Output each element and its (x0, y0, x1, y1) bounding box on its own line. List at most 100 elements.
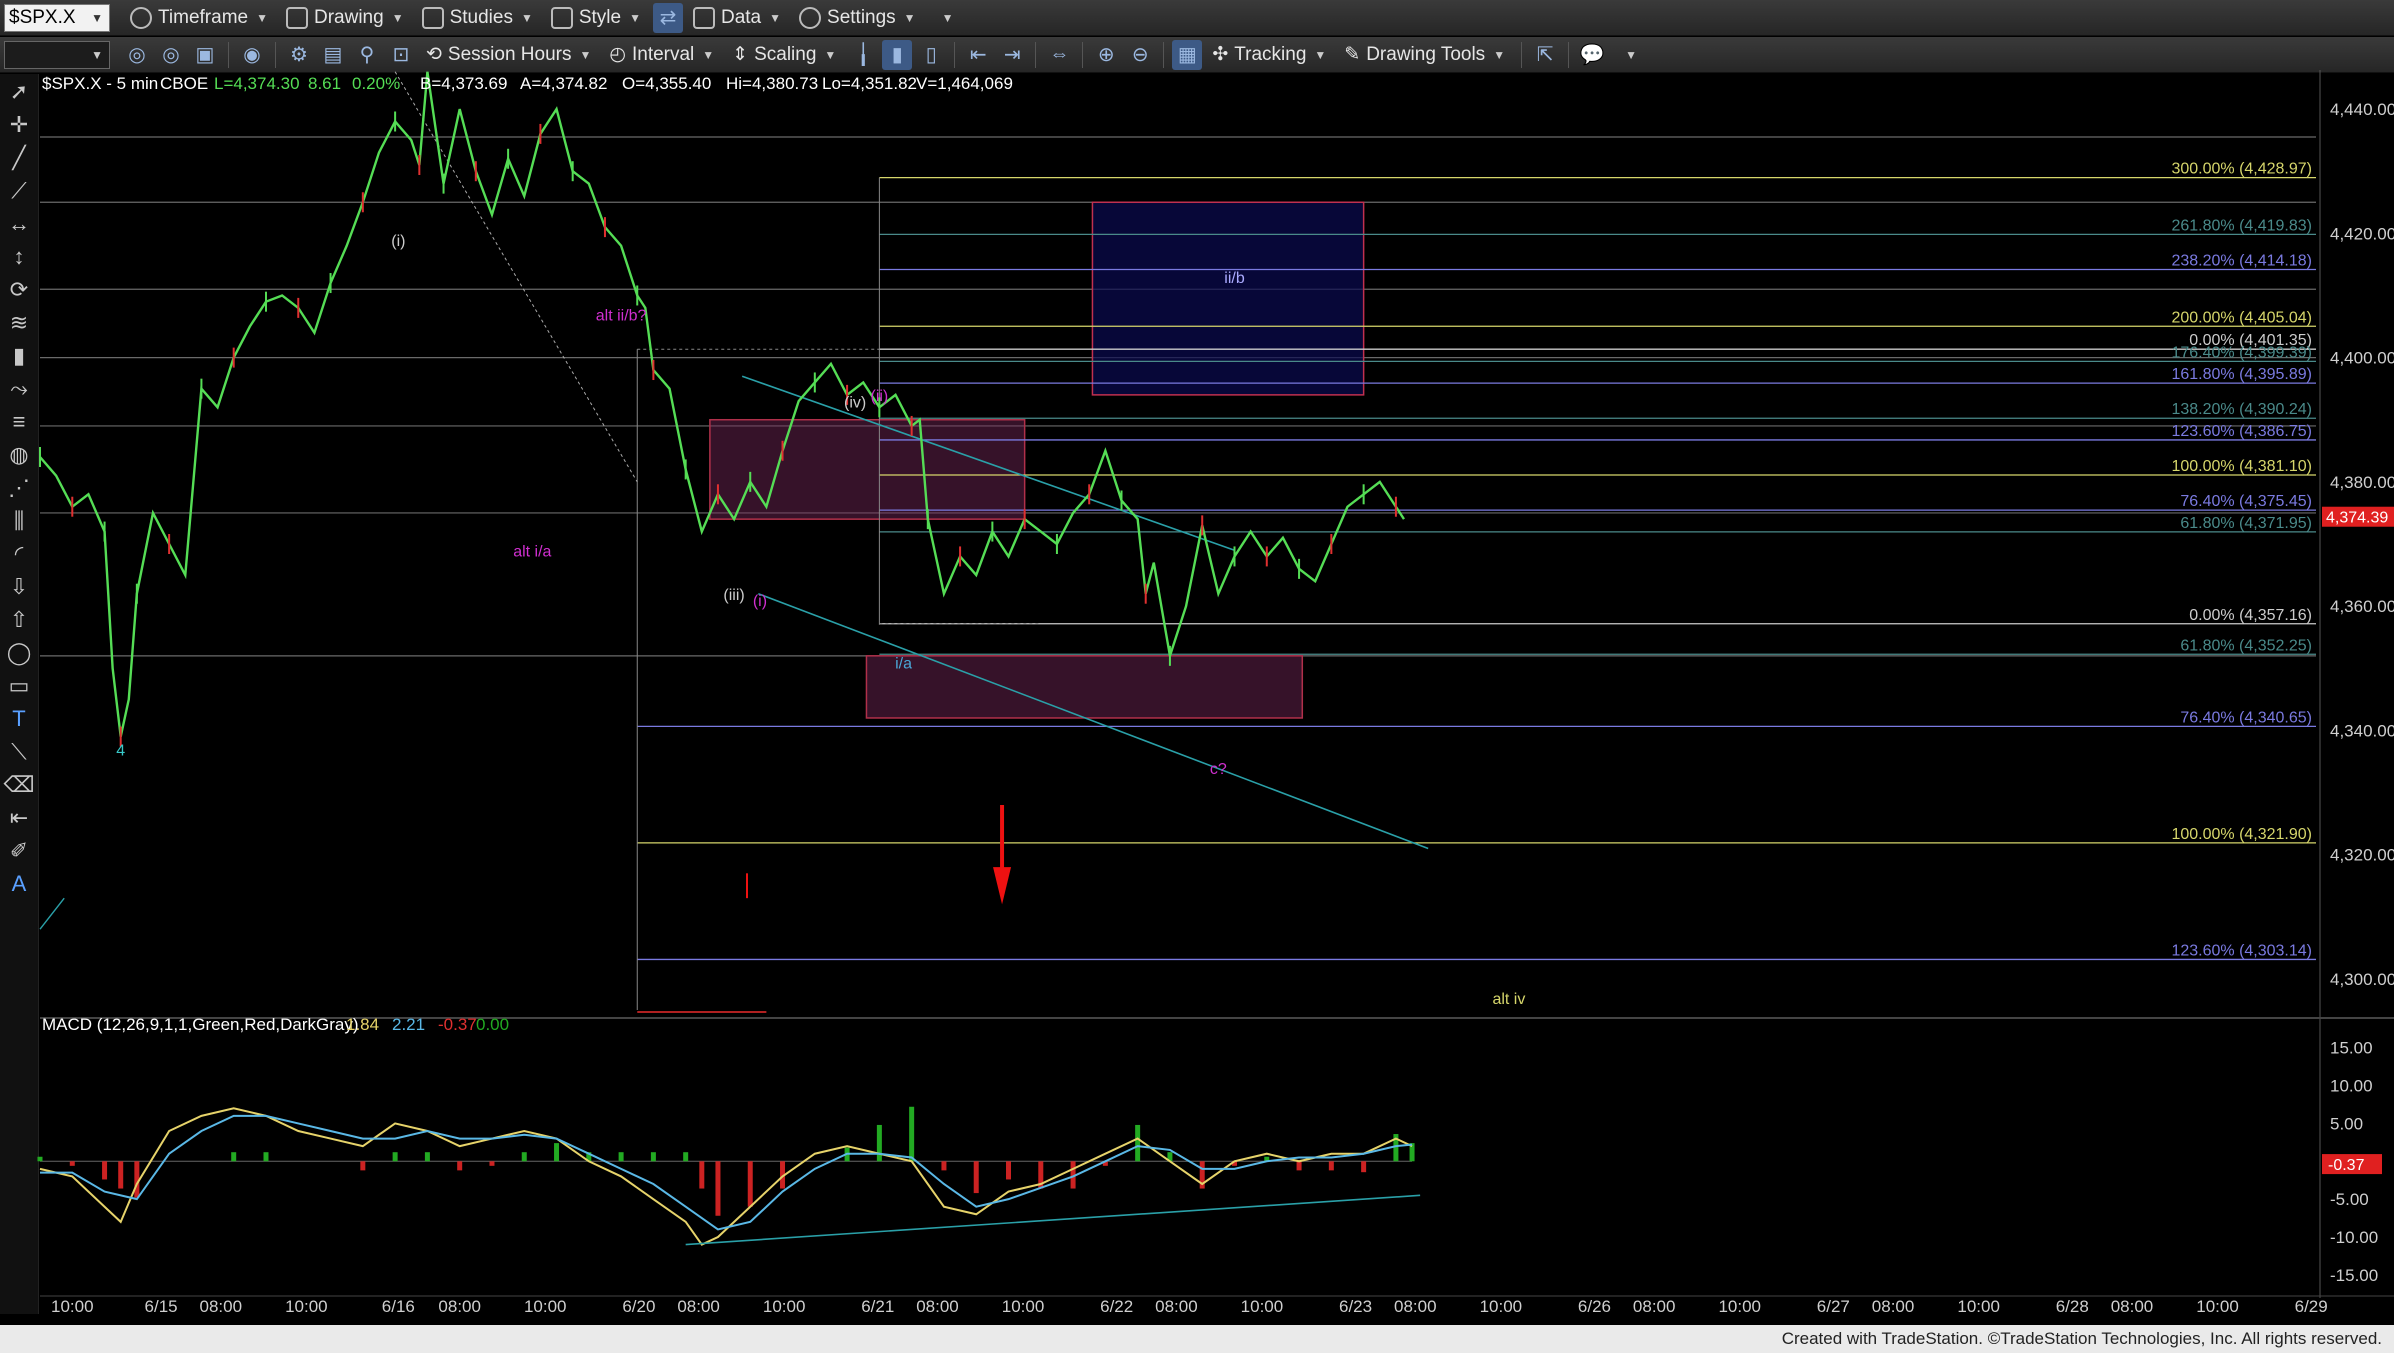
chart-header-field: $SPX.X - 5 min (42, 74, 158, 93)
fib-level-label: 76.40% (4,375.45) (2180, 493, 2312, 510)
time-tick-label: 10:00 (524, 1297, 567, 1316)
price-tick-label: 4,320.00 (2330, 846, 2394, 865)
wave-label: ii/b (1224, 270, 1245, 287)
copyright-footer: Created with TradeStation. ©TradeStation… (1781, 1329, 2382, 1348)
time-tick-label: 10:00 (1002, 1297, 1045, 1316)
chart-header-field: A=4,374.82 (520, 74, 607, 93)
time-tick-label: 10:00 (1241, 1297, 1284, 1316)
wave-label: alt i/a (513, 543, 551, 560)
wave-label: c? (1210, 761, 1227, 778)
wave-label: (iii) (723, 587, 744, 604)
time-tick-label: 08:00 (916, 1297, 959, 1316)
wave-label: (ii) (870, 388, 888, 405)
last-price-label: 4,374.39 (2326, 510, 2388, 527)
time-tick-label: 08:00 (438, 1297, 481, 1316)
price-series (39, 71, 1405, 737)
red-arrow-head (993, 867, 1012, 905)
macd-tick-label: 15.00 (2330, 1039, 2373, 1058)
macd-trendline (685, 1194, 1421, 1246)
time-tick-label: 08:00 (1394, 1297, 1437, 1316)
time-tick-label: 6/16 (382, 1297, 415, 1316)
macd-signal-line (40, 1114, 1413, 1231)
price-tick-label: 4,420.00 (2330, 224, 2394, 243)
price-tick-label: 4,400.00 (2330, 349, 2394, 368)
fib-level-label: 100.00% (4,381.10) (2171, 458, 2312, 475)
macd-header-title: MACD (12,26,9,1,1,Green,Red,DarkGray) (42, 1015, 359, 1034)
fib-level-label: 76.40% (4,340.65) (2180, 709, 2312, 726)
chart-header-field: B=4,373.69 (420, 74, 507, 93)
fib-level-label: 123.60% (4,386.75) (2171, 423, 2312, 440)
price-tick-label: 4,380.00 (2330, 473, 2394, 492)
macd-tick-label: 10.00 (2330, 1077, 2373, 1096)
wave-label: (i) (753, 593, 767, 610)
macd-header-value: -0.37 (438, 1015, 477, 1034)
chart-header-field: O=4,355.40 (622, 74, 711, 93)
zone-box (865, 655, 1304, 719)
time-tick-label: 6/26 (1578, 1297, 1611, 1316)
time-tick-label: 6/20 (622, 1297, 655, 1316)
time-tick-label: 08:00 (1872, 1297, 1915, 1316)
fib-level-label: 161.80% (4,395.89) (2171, 366, 2312, 383)
time-tick-label: 10:00 (2196, 1297, 2239, 1316)
macd-tick-label: -10.00 (2330, 1228, 2378, 1247)
price-tick-label: 4,440.00 (2330, 100, 2394, 119)
fib-level-label: 0.00% (4,357.16) (2189, 607, 2312, 624)
fib-level-label: 300.00% (4,428.97) (2171, 161, 2312, 178)
macd-header-value: 2.21 (392, 1015, 425, 1034)
price-tick-label: 4,340.00 (2330, 721, 2394, 740)
macd-tick-label: -15.00 (2330, 1266, 2378, 1285)
price-tick-label: 4,300.00 (2330, 970, 2394, 989)
chart-header-field: Hi=4,380.73 (726, 74, 818, 93)
wave-label: alt iv (1492, 991, 1525, 1008)
price-chart[interactable]: 300.00% (4,428.97) 261.80% (4,419.83) 238.… (0, 0, 2394, 1353)
time-tick-label: 6/22 (1100, 1297, 1133, 1316)
chart-header-field: 0.20% (352, 74, 400, 93)
fib-level-label: 200.00% (4,405.04) (2171, 309, 2312, 326)
time-tick-label: 10:00 (285, 1297, 328, 1316)
wave-label: i/a (895, 655, 912, 672)
wave-label: (i) (391, 233, 405, 250)
fib-level-label: 61.80% (4,371.95) (2180, 515, 2312, 532)
macd-line (39, 1107, 1413, 1246)
fib-level-label: 123.60% (4,303.14) (2171, 942, 2312, 959)
fib-level-label: 176.40% (4,399.39) (2171, 344, 2312, 361)
macd-tick-label: 5.00 (2330, 1114, 2363, 1133)
macd-header-value: 1.84 (346, 1015, 379, 1034)
time-tick-label: 08:00 (200, 1297, 243, 1316)
trendline (758, 592, 1429, 850)
time-tick-label: 10:00 (1480, 1297, 1523, 1316)
time-tick-label: 6/27 (1817, 1297, 1850, 1316)
wave-label: (iv) (844, 394, 866, 411)
zone-box (1091, 201, 1365, 396)
macd-header-value: 0.00 (476, 1015, 509, 1034)
chart-header-field: V=1,464,069 (916, 74, 1013, 93)
fib-level-label: 238.20% (4,414.18) (2171, 252, 2312, 269)
macd-tick-label: -5.00 (2330, 1190, 2369, 1209)
time-tick-label: 08:00 (2111, 1297, 2154, 1316)
dotted-trendline (394, 71, 638, 483)
time-tick-label: 6/28 (2056, 1297, 2089, 1316)
chart-header-field: L=4,374.30 (214, 74, 300, 93)
time-tick-label: 6/29 (2295, 1297, 2328, 1316)
fib-level-label: 61.80% (4,352.25) (2180, 637, 2312, 654)
fib-level-label: 138.20% (4,390.24) (2171, 401, 2312, 418)
time-tick-label: 10:00 (1718, 1297, 1761, 1316)
fib-level-label: 261.80% (4,419.83) (2171, 217, 2312, 234)
zone-box (709, 418, 1026, 520)
chart-header-field: Lo=4,351.82 (822, 74, 917, 93)
time-tick-label: 08:00 (1155, 1297, 1198, 1316)
time-tick-label: 10:00 (1957, 1297, 2000, 1316)
trendline (39, 897, 65, 930)
chart-header-field: CBOE (160, 74, 208, 93)
fib-level-label: 100.00% (4,321.90) (2171, 826, 2312, 843)
time-tick-label: 6/23 (1339, 1297, 1372, 1316)
chart-header-field: 8.61 (308, 74, 341, 93)
time-tick-label: 10:00 (51, 1297, 94, 1316)
macd-last-label: -0.37 (2328, 1157, 2365, 1174)
wave-label: alt ii/b? (596, 307, 647, 324)
time-tick-label: 10:00 (763, 1297, 806, 1316)
time-tick-label: 08:00 (1633, 1297, 1676, 1316)
price-tick-label: 4,360.00 (2330, 597, 2394, 616)
time-tick-label: 6/21 (861, 1297, 894, 1316)
time-tick-label: 6/15 (145, 1297, 178, 1316)
